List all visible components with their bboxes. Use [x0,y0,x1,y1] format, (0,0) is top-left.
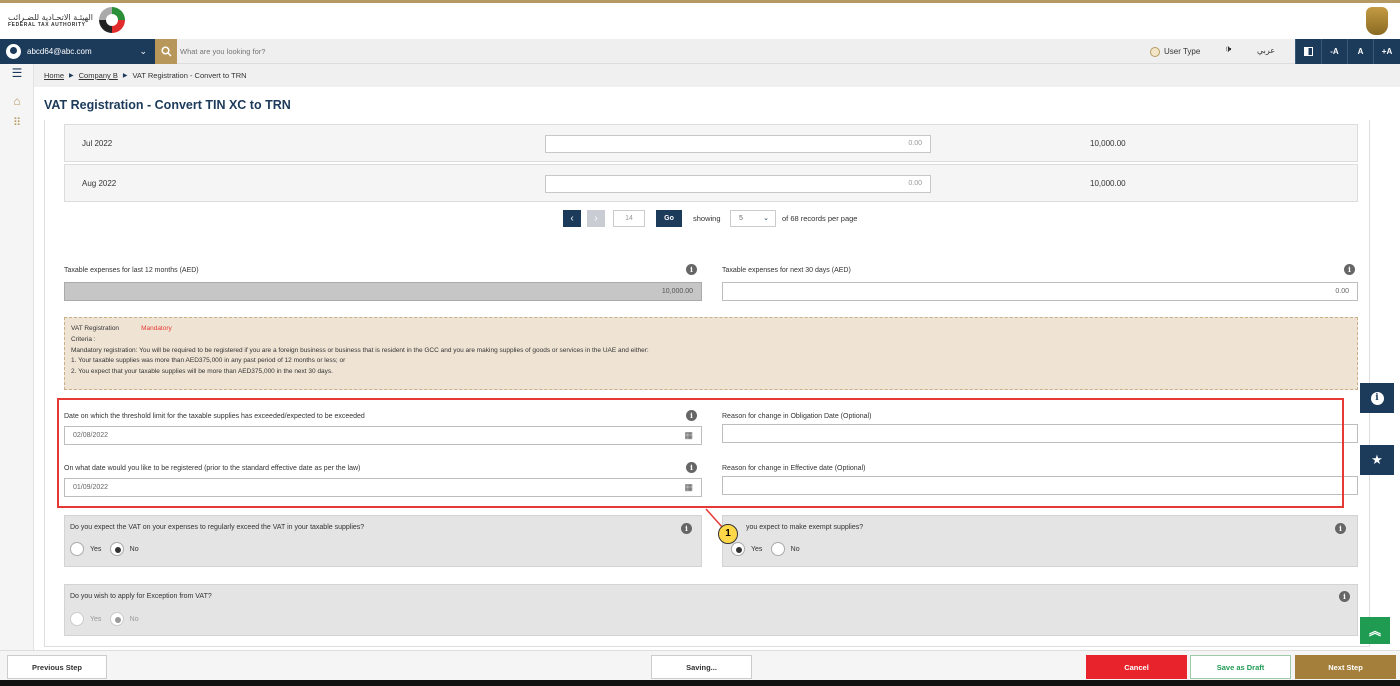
star-icon: ★ [1371,452,1383,467]
scroll-top-button[interactable]: ︽ [1360,617,1390,644]
bottom-strip [0,680,1400,686]
saving-status: Saving... [651,655,752,679]
callout-pointer [705,508,724,529]
info-icon: i [1370,391,1384,405]
save-draft-button[interactable]: Save as Draft [1190,655,1291,679]
double-chevron-up-icon: ︽ [1368,624,1381,638]
previous-step-button[interactable]: Previous Step [7,655,107,679]
next-step-button[interactable]: Next Step [1295,655,1396,679]
footer-bar: Previous Step Saving... Cancel Save as D… [0,650,1400,680]
favorite-side-button[interactable]: ★ [1360,445,1394,475]
info-side-button[interactable]: i [1360,383,1394,413]
callout-number: 1 [718,524,738,544]
cancel-button[interactable]: Cancel [1086,655,1187,679]
